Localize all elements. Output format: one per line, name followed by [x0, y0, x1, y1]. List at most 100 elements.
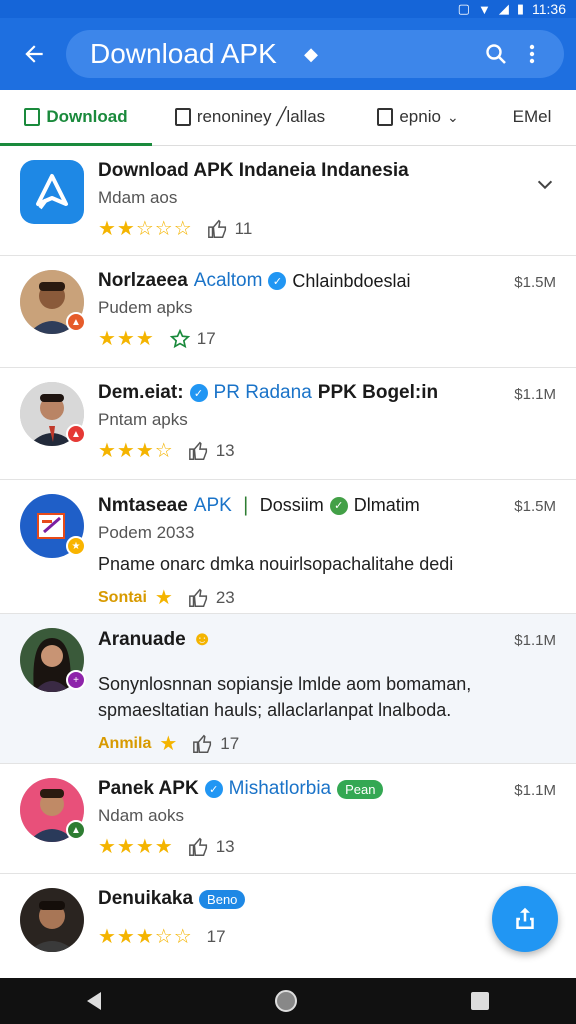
avatar-wrap: ▲ — [20, 270, 86, 334]
like-count: 17 — [206, 926, 226, 946]
nav-back-icon[interactable] — [87, 992, 101, 1010]
list-item[interactable]: Download APK Indaneia Indanesia Mdam aos… — [0, 146, 576, 256]
like-count: 13 — [215, 836, 235, 856]
emoji-icon: ☻ — [191, 628, 213, 650]
signal-icon: ◢ — [498, 1, 509, 16]
like-count: 13 — [215, 440, 235, 460]
tab-epnio[interactable]: epnio ⌄ — [348, 89, 488, 145]
like-button[interactable]: 11 — [207, 218, 252, 240]
share-icon — [516, 907, 534, 929]
title-text: Download APK Indaneia Indanesia — [98, 160, 409, 181]
like-button[interactable]: 17 — [192, 733, 239, 755]
item-body: Pname onarc dmka nouirlsopachalitahe ded… — [98, 554, 454, 574]
title-text: Nmtaseae — [98, 494, 188, 516]
list-item[interactable]: ▲ Panek APK ✓ Mishatlorbia Pean Ndam aok… — [0, 764, 576, 874]
thumb-up-icon — [188, 441, 207, 460]
share-fab-button[interactable] — [492, 886, 558, 952]
like-button[interactable]: 13 — [188, 440, 235, 462]
list-item[interactable]: ▲ Dem.eiat: ✓ PR Radana PPK Bogel:in Pnt… — [0, 368, 576, 480]
item-subtitle: Mdam aos — [98, 188, 178, 207]
list-item[interactable]: + Aranuade ☻ Sonynlosnnan sopiansje lmld… — [0, 614, 576, 764]
title-text: Norlzaeea — [98, 270, 188, 291]
system-nav-bar — [0, 978, 576, 1024]
rating-stars: ★★★ — [98, 328, 155, 350]
item-title: Nmtaseae APK ❘ Dossiim ✓ Dlmatim — [98, 494, 556, 517]
tab-download[interactable]: Download — [0, 89, 152, 146]
chevron-down-icon: ⌄ — [446, 108, 459, 125]
document-icon — [174, 108, 191, 126]
like-button[interactable]: 17 — [207, 927, 226, 947]
app-icon — [20, 160, 84, 224]
badge-icon: ★ — [66, 536, 86, 556]
item-title: Denuikaka Beno — [98, 888, 556, 910]
tab-emel[interactable]: EMel — [488, 89, 576, 145]
list-item[interactable]: Denuikaka Beno ★★★☆☆ 17 — [0, 874, 576, 970]
verified-icon: ✓ — [268, 272, 287, 290]
item-size: $1.1M — [514, 386, 556, 403]
item-extra: Chlainbdoeslai — [292, 270, 411, 291]
title-text: Dem.eiat: — [98, 382, 184, 403]
expand-button[interactable] — [534, 174, 556, 201]
search-button[interactable] — [478, 36, 514, 72]
tab-label: EMel — [512, 107, 552, 126]
like-button[interactable]: 13 — [188, 836, 235, 858]
search-title: Download APK — [90, 38, 277, 69]
star-icon: ★ — [159, 733, 179, 755]
item-subtitle: Ndam aoks — [98, 806, 184, 825]
item-size: $1.5M — [514, 498, 556, 515]
badge-icon: ▲ — [66, 820, 86, 840]
tab-label: Download — [46, 107, 128, 126]
avatar — [20, 888, 84, 952]
nav-recents-icon[interactable] — [471, 992, 489, 1010]
item-extra: PPK Bogel:in — [317, 382, 439, 403]
back-arrow-icon — [25, 45, 43, 63]
search-field[interactable]: Download APK ◆ — [66, 30, 564, 78]
list-item[interactable]: ★ Nmtaseae APK ❘ Dossiim ✓ Dlmatim Podem… — [0, 480, 576, 614]
avatar-wrap: ▲ — [20, 382, 86, 446]
item-size: $1.1M — [514, 782, 556, 799]
tab-label: epnio — [399, 107, 441, 126]
avatar-wrap: ▲ — [20, 778, 86, 842]
title-text: Denuikaka — [98, 888, 194, 909]
rating-stars: ★★★☆ — [98, 440, 174, 462]
status-bar: ▢ ▼ ◢ ▮ 11:36 — [0, 0, 576, 18]
badge-icon: ▲ — [66, 312, 86, 332]
tab-label: renoniney ╱lallas — [196, 107, 326, 126]
item-tag: Acaltom — [193, 270, 263, 291]
item-title: Dem.eiat: ✓ PR Radana PPK Bogel:in — [98, 382, 556, 404]
thumb-up-icon — [188, 588, 207, 607]
thumb-up-icon — [193, 734, 212, 753]
rank-label: Anmila — [98, 734, 152, 752]
wifi-icon: ▼ — [477, 1, 491, 17]
item-tag: APK — [193, 494, 232, 516]
item-title: Aranuade ☻ — [98, 628, 556, 651]
back-button[interactable] — [12, 32, 56, 76]
item-extra: Dossiim — [259, 495, 324, 515]
like-count: 23 — [215, 587, 235, 607]
item-subtitle: Pudem apks — [98, 298, 193, 317]
like-button[interactable]: 23 — [188, 587, 235, 609]
item-size: $1.5M — [514, 274, 556, 291]
item-title: Download APK Indaneia Indanesia — [98, 160, 556, 182]
rating-stars: ★★☆☆☆ — [98, 218, 193, 240]
item-title: Panek APK ✓ Mishatlorbia Pean — [98, 778, 556, 800]
item-subtitle: Podem 2033 — [98, 523, 195, 542]
rank-label: Sontai — [98, 588, 147, 606]
like-button[interactable]: 17 — [169, 328, 216, 350]
leaf-icon: ❘ — [237, 495, 254, 516]
avatar-wrap — [20, 888, 84, 952]
like-count: 17 — [220, 733, 240, 753]
rating-stars: ★★★☆☆ — [98, 926, 193, 948]
nav-home-icon[interactable] — [275, 990, 297, 1012]
item-size: $1.1M — [514, 632, 556, 649]
list-item[interactable]: ▲ Norlzaeea Acaltom ✓ Chlainbdoeslai Pud… — [0, 256, 576, 368]
rating-stars: ★★★★ — [98, 836, 174, 858]
like-count: 17 — [196, 328, 216, 348]
item-extra: Dlmatim — [353, 495, 420, 515]
item-subtitle: Pntam apks — [98, 410, 188, 429]
green-check-icon: ✓ — [329, 496, 348, 515]
avatar-wrap: + — [20, 628, 86, 692]
thumb-up-icon — [207, 219, 226, 238]
tab-renoniney[interactable]: renoniney ╱lallas — [152, 89, 348, 145]
more-button[interactable] — [514, 36, 550, 72]
